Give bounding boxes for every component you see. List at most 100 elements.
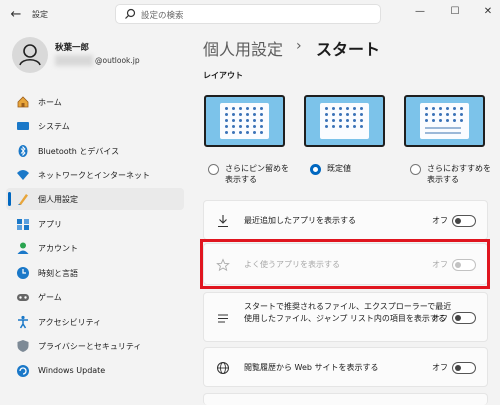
radio-more-recommendations[interactable] bbox=[410, 164, 421, 175]
system-icon bbox=[17, 122, 29, 130]
app-tile-dot bbox=[425, 107, 428, 110]
avatar[interactable] bbox=[12, 37, 48, 73]
app-tile-dot bbox=[246, 119, 249, 122]
app-tile-dot bbox=[432, 107, 435, 110]
windows-update-icon bbox=[17, 365, 29, 377]
sidebar-item-label: Bluetooth とデバイス bbox=[38, 147, 120, 156]
sidebar-item-privacy[interactable]: プライバシーとセキュリティ bbox=[6, 335, 184, 357]
toggle-state: オフ bbox=[432, 216, 448, 225]
app-tile-dot bbox=[260, 107, 263, 110]
app-tile-dot bbox=[453, 119, 456, 122]
app-tile-dot bbox=[239, 107, 242, 110]
app-tile-dot bbox=[460, 113, 463, 116]
setting-label: 閲覧履歴から Web サイトを表示する bbox=[244, 363, 379, 372]
breadcrumb-parent[interactable]: 個人用設定 bbox=[203, 36, 283, 60]
search-input[interactable]: 設定の検索 bbox=[115, 4, 381, 24]
maximize-icon[interactable]: ☐ bbox=[445, 4, 465, 20]
sidebar-item-network[interactable]: ネットワークとインターネット bbox=[6, 164, 184, 186]
download-icon bbox=[218, 215, 228, 228]
app-title: 設定 bbox=[32, 10, 48, 19]
home-icon bbox=[17, 96, 29, 108]
sidebar-item-system[interactable]: システム bbox=[6, 115, 184, 137]
app-tile-dot bbox=[225, 107, 228, 110]
radio-default[interactable] bbox=[310, 164, 321, 175]
app-tile-dot bbox=[339, 119, 342, 122]
sidebar-item-label: Windows Update bbox=[38, 366, 106, 375]
radio-label: さらにピン留めを 表示する bbox=[225, 164, 289, 184]
sidebar-item-accessibility[interactable]: アクセシビリティ bbox=[6, 311, 184, 333]
radio-more-pins[interactable] bbox=[208, 164, 219, 175]
app-tile-dot bbox=[360, 125, 363, 128]
app-tile-dot bbox=[439, 107, 442, 110]
toggle-switch[interactable] bbox=[452, 312, 476, 324]
sidebar-item-label: ゲーム bbox=[38, 293, 62, 302]
app-tile-dot bbox=[253, 107, 256, 110]
sidebar-item-label: システム bbox=[38, 122, 70, 131]
app-tile-dot bbox=[339, 125, 342, 128]
app-tile-dot bbox=[246, 131, 249, 134]
sidebar-item-apps[interactable]: アプリ bbox=[6, 213, 184, 235]
sidebar-item-windows-update[interactable]: Windows Update bbox=[6, 360, 184, 382]
page-title: スタート bbox=[316, 40, 381, 59]
app-tile-dot bbox=[239, 119, 242, 122]
network-icon bbox=[17, 170, 29, 180]
close-icon[interactable]: ✕ bbox=[478, 4, 498, 20]
app-tile-dot bbox=[325, 107, 328, 110]
time-language-icon bbox=[17, 267, 29, 279]
app-tile-dot bbox=[360, 113, 363, 116]
app-tile-dot bbox=[339, 107, 342, 110]
toggle-state: オフ bbox=[432, 363, 448, 372]
app-tile-dot bbox=[346, 107, 349, 110]
app-tile-dot bbox=[432, 119, 435, 122]
app-tile-dot bbox=[346, 119, 349, 122]
sidebar-item-personalization[interactable]: 個人用設定 bbox=[6, 188, 184, 210]
email-redaction bbox=[55, 55, 93, 66]
app-tile-dot bbox=[425, 113, 428, 116]
breadcrumb-separator: › bbox=[296, 38, 302, 54]
recommendation-line bbox=[425, 132, 461, 134]
account-icon bbox=[17, 242, 29, 254]
app-tile-dot bbox=[332, 113, 335, 116]
app-tile-dot bbox=[246, 107, 249, 110]
layout-heading: レイアウト bbox=[203, 71, 243, 80]
layout-thumb-more-pins[interactable] bbox=[204, 95, 285, 147]
highlight-box bbox=[200, 239, 490, 289]
app-tile-dot bbox=[346, 125, 349, 128]
app-tile-dot bbox=[439, 113, 442, 116]
back-arrow-icon[interactable]: ← bbox=[8, 7, 24, 23]
globe-icon bbox=[217, 362, 229, 374]
sidebar-item-time-language[interactable]: 時刻と言語 bbox=[6, 262, 184, 284]
sidebar-item-label: アクセシビリティ bbox=[38, 318, 102, 327]
app-tile-dot bbox=[325, 113, 328, 116]
toggle-switch[interactable] bbox=[452, 362, 476, 374]
sidebar-item-label: アカウント bbox=[38, 244, 78, 253]
app-tile-dot bbox=[260, 113, 263, 116]
app-tile-dot bbox=[346, 113, 349, 116]
toggle-switch[interactable] bbox=[452, 215, 476, 227]
start-menu-preview bbox=[420, 103, 469, 139]
sidebar-item-home[interactable]: ホーム bbox=[6, 91, 184, 113]
search-icon bbox=[125, 8, 136, 19]
app-tile-dot bbox=[253, 131, 256, 134]
app-tile-dot bbox=[246, 125, 249, 128]
sidebar-item-gaming[interactable]: ゲーム bbox=[6, 286, 184, 308]
search-placeholder: 設定の検索 bbox=[141, 11, 184, 21]
list-icon bbox=[218, 314, 228, 323]
minimize-icon[interactable]: — bbox=[410, 4, 430, 20]
toggle-state: オフ bbox=[432, 314, 448, 323]
app-tile-dot bbox=[232, 119, 235, 122]
radio-label: 既定値 bbox=[327, 164, 351, 173]
app-tile-dot bbox=[239, 113, 242, 116]
app-tile-dot bbox=[332, 125, 335, 128]
sidebar-item-label: ホーム bbox=[38, 98, 62, 107]
app-tile-dot bbox=[453, 107, 456, 110]
app-tile-dot bbox=[225, 125, 228, 128]
layout-thumb-default[interactable] bbox=[304, 95, 385, 147]
sidebar-item-accounts[interactable]: アカウント bbox=[6, 237, 184, 259]
active-indicator bbox=[8, 192, 11, 206]
user-email: @outlook.jp bbox=[95, 56, 140, 65]
sidebar-item-bluetooth[interactable]: Bluetooth とデバイス bbox=[6, 140, 184, 162]
privacy-shield-icon bbox=[17, 340, 29, 352]
layout-thumb-more-recommendations[interactable] bbox=[404, 95, 485, 147]
setting-browsing-history: 閲覧履歴から Web サイトを表示する オフ bbox=[203, 347, 488, 387]
